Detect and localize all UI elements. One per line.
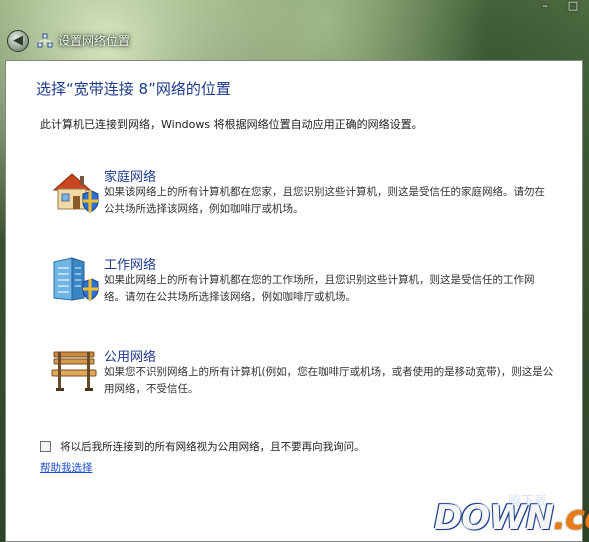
- network-icon: [37, 33, 53, 48]
- window-titlebar: – □ ◀ 设置网络位置: [0, 0, 589, 60]
- help-me-choose-link[interactable]: 帮助我选择: [40, 460, 93, 475]
- down-cc-watermark: 腾下载 DOWN.cc: [430, 490, 589, 542]
- intro-text: 此计算机已连接到网络，Windows 将根据网络位置自动应用正确的网络设置。: [40, 118, 423, 131]
- office-building-shield-icon: [53, 257, 99, 301]
- option-description: 如果此网络上的所有计算机都在您的工作场所，且您识别这些计算机，则这是受信任的工作…: [104, 274, 535, 303]
- watermark-logo: DOWN.cc: [434, 498, 589, 538]
- option-title: 工作网络: [104, 258, 157, 273]
- page-heading: 选择“宽带连接 8”网络的位置: [36, 80, 231, 98]
- option-description: 如果您不识别网络上的所有计算机(例如，您在咖啡厅或机场，或者使用的是移动宽带)，…: [104, 366, 554, 395]
- caption-buttons: – □: [537, 0, 581, 14]
- minimize-button[interactable]: –: [537, 0, 553, 12]
- treat-all-public-checkbox-row[interactable]: 将以后我所连接到的所有网络视为公用网络，且不要再向我询问。: [40, 436, 365, 453]
- watermark-dot: .cc: [553, 498, 589, 538]
- checkbox-label: 将以后我所连接到的所有网络视为公用网络，且不要再向我询问。: [60, 441, 365, 453]
- option-public-network[interactable]: 公用网络 如果您不识别网络上的所有计算机(例如，您在咖啡厅或机场，或者使用的是移…: [50, 346, 570, 406]
- back-button[interactable]: ◀: [7, 30, 29, 52]
- maximize-button[interactable]: □: [565, 0, 581, 12]
- option-home-network[interactable]: 家庭网络 如果该网络上的所有计算机都在您家，且您识别这些计算机，则这是受信任的家…: [50, 166, 570, 226]
- watermark-main: DOWN: [434, 498, 554, 538]
- window-title: 设置网络位置: [58, 34, 131, 48]
- option-work-network[interactable]: 工作网络 如果此网络上的所有计算机都在您的工作场所，且您识别这些计算机，则这是受…: [50, 254, 570, 314]
- home-shield-icon: [52, 173, 99, 213]
- treat-all-public-checkbox[interactable]: [40, 441, 51, 452]
- park-bench-icon: [51, 351, 97, 391]
- option-description: 如果该网络上的所有计算机都在您家，且您识别这些计算机，则这是受信任的家庭网络。请…: [104, 186, 545, 215]
- option-title: 家庭网络: [104, 170, 157, 185]
- option-title: 公用网络: [104, 350, 157, 365]
